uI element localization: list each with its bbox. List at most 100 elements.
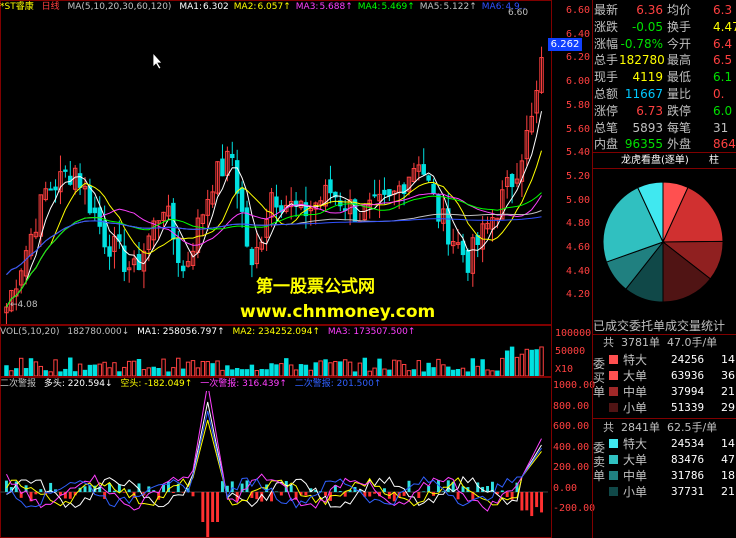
volume-bar: [205, 361, 210, 376]
volume-bar: [9, 370, 14, 376]
volume-bar: [161, 358, 166, 376]
quote-row: 最新 6.36 均价 6.3: [593, 2, 736, 19]
vol-ma3: MA3: 173507.500↑: [327, 327, 416, 337]
indicator-bar: [535, 492, 539, 508]
quote-label: 每笔: [667, 120, 692, 135]
volume-bar: [126, 360, 132, 376]
order-percent-value: 18: [721, 469, 735, 482]
volume-bar: [352, 371, 358, 376]
indicator-bar: [255, 492, 259, 500]
candle-body: [387, 189, 392, 197]
volume-bar: [495, 370, 500, 376]
volume-bar: [122, 366, 127, 376]
price-axis-label: 4.80: [566, 218, 591, 230]
order-size-label: 大单: [623, 369, 648, 383]
watermark-title: 第一股票公式网: [256, 277, 375, 297]
volume-bar: [38, 365, 44, 376]
ma-params: MA(5,10,20,30,60,120): [67, 2, 172, 12]
quote-value: -0.05: [631, 19, 663, 34]
candle-body: [274, 196, 279, 208]
volume-bar: [504, 350, 510, 376]
volume-bar: [333, 360, 338, 376]
volume-bar: [279, 363, 284, 376]
indicator-bar: [117, 484, 121, 492]
indicator-yici: 一次警报: 316.439↑: [200, 379, 287, 389]
volume-bar: [259, 369, 264, 376]
volume-bar: [500, 357, 505, 376]
legend-swatch: [609, 455, 618, 464]
quote-label: 最低: [667, 70, 692, 85]
indicator-bar: [505, 492, 509, 497]
lhb-side-button[interactable]: 柱: [709, 153, 719, 168]
volume-bars[interactable]: [0, 339, 548, 376]
volume-bar: [190, 360, 196, 376]
ma-number-5: 5.122↑: [443, 2, 477, 12]
order-percent-value: 21: [721, 385, 735, 398]
volume-bar: [166, 371, 171, 376]
volume-bar: [387, 369, 392, 376]
quote-row: 涨停 6.73 跌停 6.0: [593, 103, 736, 120]
indicator-bar: [368, 492, 372, 497]
volume-bar: [436, 358, 441, 376]
volume-bar: [367, 370, 372, 376]
order-volume-value: 31786: [671, 469, 705, 482]
candle-body: [328, 179, 333, 194]
volume-bar: [534, 349, 539, 376]
volume-bar: [131, 360, 137, 376]
indicator-axis-label: 800.00: [553, 400, 590, 412]
indicator-bar: [402, 492, 406, 496]
indicator-lines[interactable]: [0, 391, 548, 537]
order-percent-value: 21: [721, 485, 735, 498]
ma-number-2: 6.057↑: [257, 2, 291, 12]
candle-body: [421, 164, 426, 175]
sell-summary: 共 2841单 62.5手/单: [603, 421, 718, 434]
candle-body: [53, 186, 58, 191]
candle-body: [180, 265, 186, 272]
buy-order-section: 共 3781单 47.0手/单 委买单 特大 24256 14 大单 63936 36 中单…: [593, 334, 736, 419]
order-size-label: 特大: [623, 437, 648, 451]
volume-bar: [269, 363, 274, 376]
candle-body: [107, 246, 112, 257]
vol-title[interactable]: VOL(5,10,20): [0, 327, 59, 337]
volume-bar: [421, 371, 426, 376]
indicator-title[interactable]: 二次警报: [0, 379, 36, 389]
price-axis-label: 4.20: [566, 289, 591, 301]
indicator-bar: [289, 485, 293, 492]
lhb-button[interactable]: 龙虎看盘(逐单): [621, 153, 689, 168]
sell-side-label: 委卖单: [593, 441, 606, 483]
volume-bar: [431, 367, 436, 376]
indicator-bar: [500, 490, 504, 492]
volume-bar: [416, 360, 422, 376]
quote-value: 11667: [624, 87, 663, 101]
volume-bar: [470, 358, 476, 376]
volume-bar: [318, 360, 323, 376]
quote-value: 4119: [632, 70, 663, 85]
stock-name[interactable]: *ST睿康: [0, 2, 34, 12]
indicator-axis-label: 200.00: [553, 462, 590, 473]
volume-bar: [195, 367, 201, 376]
candle-body: [92, 207, 98, 214]
indicator-header: 二次警报 多头: 220.594↓ 空头: -182.049↑ 一次警报: 31…: [0, 377, 548, 391]
order-volume-value: 37994: [671, 385, 705, 398]
volume-bar: [450, 369, 456, 376]
indicator-bar: [68, 492, 72, 499]
low-price-label: ←4.08: [10, 300, 38, 310]
indicator-duo: 多头: 220.594↓: [43, 379, 113, 389]
candle-body: [509, 174, 515, 188]
candle-body: [426, 175, 431, 181]
legend-swatch: [609, 471, 618, 480]
price-axis-label: 6.20: [566, 52, 591, 64]
candle-body: [239, 187, 245, 212]
volume-bar: [53, 359, 58, 376]
quote-row: 内盘 96355 外盘 8642: [593, 136, 736, 153]
candle-body: [87, 185, 93, 214]
volume-bar: [288, 364, 294, 376]
quote-label: 最高: [667, 53, 692, 68]
indicator-axis-label: 600.00: [553, 421, 590, 432]
volume-bar: [77, 363, 83, 376]
chart-period[interactable]: 日线: [42, 2, 60, 12]
quote-row: 涨跌 -0.05 换手 4.47: [593, 19, 736, 36]
volume-bar: [342, 359, 348, 376]
volume-bar: [264, 369, 269, 376]
quote-label: 现手: [594, 70, 619, 85]
